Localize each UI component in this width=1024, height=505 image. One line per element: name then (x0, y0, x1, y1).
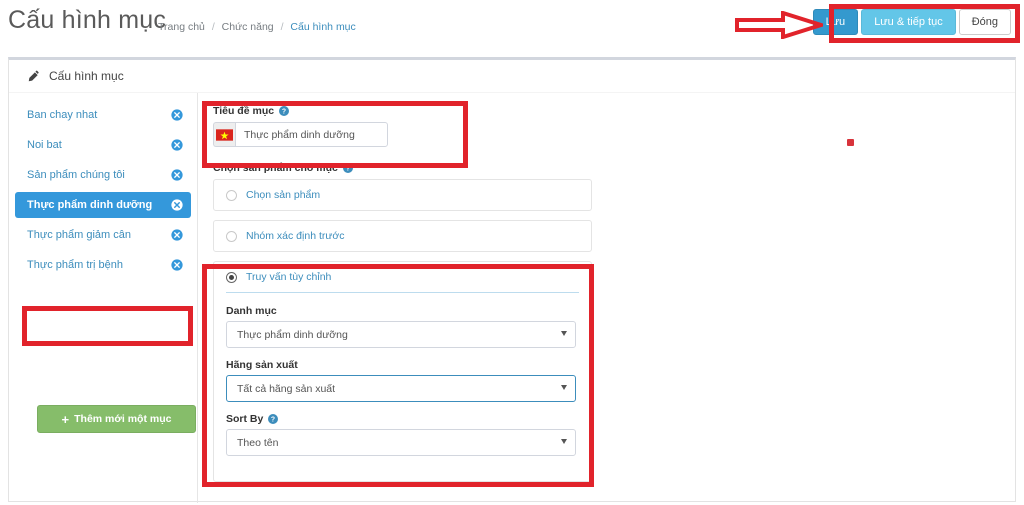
page-header: Cấu hình mục Trang chủ / Chức năng / Cấu… (0, 0, 1024, 52)
category-select[interactable]: Thực phẩm dinh dưỡng (226, 321, 576, 348)
sidebar-item-label: Thực phẩm dinh dưỡng (27, 199, 153, 211)
radio-option-choose-product[interactable]: Chọn sản phẩm (213, 179, 592, 211)
close-button[interactable]: Đóng (958, 9, 1011, 35)
red-arrow-annotation-icon (735, 11, 823, 39)
breadcrumb-item-home[interactable]: Trang chủ (158, 21, 205, 33)
panel-body: Ban chay nhat Noi bat Sản phẩm chúng tôi (9, 93, 1015, 503)
title-input-group (213, 122, 388, 147)
app-root: Cấu hình mục Trang chủ / Chức năng / Cấu… (0, 0, 1024, 505)
close-circle-icon[interactable] (171, 229, 183, 241)
manufacturer-select-value: Tất cả hãng sản xuất (237, 382, 336, 395)
sort-by-select[interactable]: Theo tên (226, 429, 576, 456)
close-circle-icon[interactable] (171, 259, 183, 271)
close-circle-icon[interactable] (171, 169, 183, 181)
vietnam-flag-icon (213, 122, 235, 147)
cursor-marker-dot (847, 139, 854, 146)
chevron-down-icon (561, 385, 567, 390)
page-title: Cấu hình mục (8, 6, 167, 34)
breadcrumb-separator: / (280, 21, 284, 33)
sort-by-select-wrapper: Theo tên (226, 429, 576, 456)
chevron-down-icon (561, 439, 567, 444)
radio-option-predefined-group[interactable]: Nhóm xác định trước (213, 220, 592, 252)
manufacturer-select-wrapper: Tất cả hãng sản xuất (226, 375, 576, 402)
close-circle-icon[interactable] (171, 199, 183, 211)
plus-icon: + (61, 411, 70, 427)
manufacturer-label-text: Hãng sản xuất (226, 359, 298, 371)
product-select-label-text: Chọn sản phẩm cho mục (213, 162, 338, 174)
sidebar-item-thuc-pham-tri-benh[interactable]: Thực phẩm trị bệnh (15, 252, 191, 278)
sidebar: Ban chay nhat Noi bat Sản phẩm chúng tôi (9, 93, 198, 503)
close-circle-icon[interactable] (171, 139, 183, 151)
sort-by-select-value: Theo tên (237, 436, 279, 449)
sort-by-label: Sort By ? (226, 413, 579, 425)
manufacturer-label: Hãng sản xuất (226, 359, 579, 371)
sidebar-item-label: Thực phẩm giảm cân (27, 229, 131, 241)
svg-text:?: ? (271, 417, 275, 424)
radio-option-label: Nhóm xác định trước (246, 230, 345, 242)
breadcrumb-separator: / (211, 21, 215, 33)
sidebar-item-label: Thực phẩm trị bệnh (27, 259, 124, 271)
svg-text:?: ? (346, 166, 350, 173)
radio-option-label: Chọn sản phẩm (246, 189, 321, 201)
sidebar-item-ban-chay-nhat[interactable]: Ban chay nhat (15, 102, 191, 128)
sidebar-item-label: Sản phẩm chúng tôi (27, 169, 125, 181)
radio-button[interactable] (226, 230, 237, 242)
sidebar-item-san-pham-chung-toi[interactable]: Sản phẩm chúng tôi (15, 162, 191, 188)
help-circle-icon[interactable]: ? (279, 106, 290, 116)
category-label-text: Danh mục (226, 305, 277, 317)
title-field-label-text: Tiêu đề mục (213, 105, 275, 117)
breadcrumb-item-features[interactable]: Chức năng (222, 21, 274, 33)
manufacturer-select[interactable]: Tất cả hãng sản xuất (226, 375, 576, 402)
sidebar-item-thuc-pham-giam-can[interactable]: Thực phẩm giảm cân (15, 222, 191, 248)
sidebar-item-noi-bat[interactable]: Noi bat (15, 132, 191, 158)
panel-title: Cấu hình mục (49, 69, 124, 83)
header-action-buttons: Lưu Lưu & tiếp tục Đóng (812, 9, 1011, 35)
category-select-value: Thực phẩm dinh dưỡng (237, 328, 348, 341)
panel-header: Cấu hình mục (9, 60, 1015, 93)
chevron-down-icon (561, 331, 567, 336)
sidebar-item-label: Ban chay nhat (27, 109, 98, 121)
radio-option-custom-query[interactable]: Truy vấn tùy chỉnh Danh mục Thực phẩm di… (213, 261, 592, 482)
radio-button[interactable] (226, 271, 237, 283)
sort-by-label-text: Sort By (226, 413, 264, 425)
radio-option-label: Truy vấn tùy chỉnh (246, 271, 332, 283)
save-and-continue-button[interactable]: Lưu & tiếp tục (861, 9, 956, 35)
pencil-icon (28, 70, 40, 82)
main-panel: Cấu hình mục Ban chay nhat Noi bat Sản p… (8, 57, 1016, 503)
help-circle-icon[interactable]: ? (268, 414, 279, 424)
sidebar-item-thuc-pham-dinh-duong[interactable]: Thực phẩm dinh dưỡng (15, 192, 191, 218)
title-input[interactable] (235, 122, 388, 147)
close-circle-icon[interactable] (171, 109, 183, 121)
title-field-label: Tiêu đề mục ? (213, 105, 1015, 117)
category-select-wrapper: Thực phẩm dinh dưỡng (226, 321, 576, 348)
help-circle-icon[interactable]: ? (342, 163, 353, 173)
svg-text:?: ? (282, 109, 286, 116)
section-divider (226, 292, 579, 293)
radio-button[interactable] (226, 189, 237, 201)
category-label: Danh mục (226, 305, 579, 317)
breadcrumb: Trang chủ / Chức năng / Cấu hình mục (158, 21, 356, 33)
sidebar-item-label: Noi bat (27, 139, 62, 151)
breadcrumb-item-current: Cấu hình mục (290, 21, 356, 33)
add-new-item-label: Thêm mới một mục (74, 413, 172, 425)
add-new-item-button[interactable]: + Thêm mới một mục (37, 405, 196, 433)
content-area: Tiêu đề mục ? Chọn sản phẩm c (198, 93, 1015, 503)
product-select-label: Chọn sản phẩm cho mục ? (213, 162, 1015, 174)
